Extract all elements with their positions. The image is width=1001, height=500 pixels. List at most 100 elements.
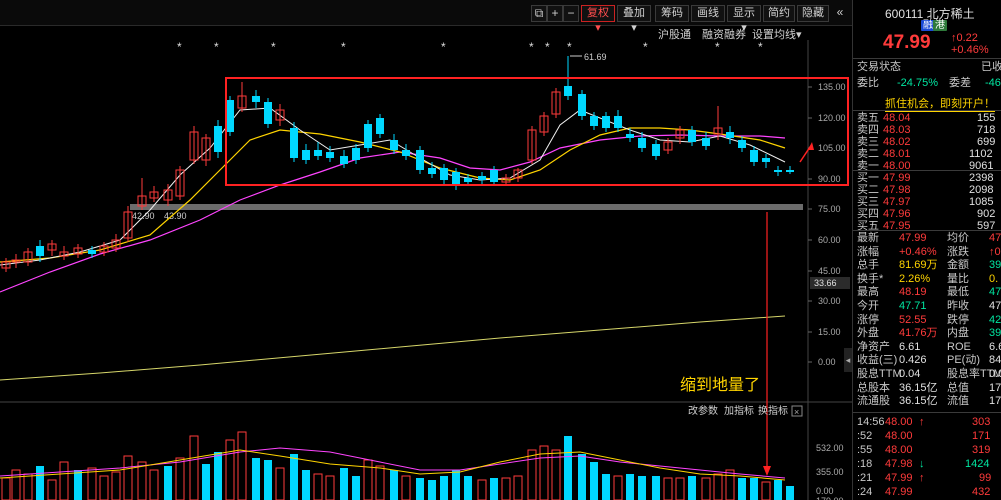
candle-body [252,96,260,102]
volume-bar [738,478,746,500]
volume-bar [23,473,33,500]
volume-bar [428,480,436,500]
volume-bar [225,439,235,500]
quote-stat-row: 今开47.71昨收47. [857,300,1001,312]
price-tick-label: 60.00 [818,235,841,245]
overlay-button[interactable]: 叠加▾ [617,5,651,34]
volume-bar [688,476,696,500]
quote-stat-row: 涨停52.55跌停42. [857,313,1001,326]
volume-bar [214,452,222,500]
chips-button[interactable]: 筹码 [655,5,689,22]
volume-bar [440,476,448,500]
volume-bar [352,476,360,500]
volume-bar [501,477,511,500]
tick-row: :24 47.99 432 [857,486,991,498]
volume-bar [401,475,411,500]
volume-tick-label: 532.00 [816,443,844,453]
volume-bar [725,469,735,500]
candle-body [564,86,572,96]
tick-row: :55 48.00 319 [857,444,991,456]
volume-bar [123,455,133,500]
volume-bar [713,473,723,500]
price-tick-label: 120.00 [818,113,846,123]
layers-icon[interactable]: ⧉ [531,5,547,22]
volume-bar [786,486,794,500]
candle-body [390,140,398,150]
volume-bar [264,460,272,500]
candle-body [590,116,598,126]
consolidation-box [225,77,849,186]
volume-bar [513,475,523,500]
ma5-line [0,107,786,266]
volume-tick-label: 0.00 [816,486,834,496]
volume-bar [59,461,69,500]
quote-stat-row: 总股本36.15亿总值1735 [857,381,1001,394]
kline-chart[interactable]: 135.00 120.00 105.00 90.00 75.00 60.00 45.00 30… [0,26,852,500]
candle-body [226,100,234,132]
volume-bar [464,476,472,500]
candle-body [428,168,436,174]
volume-bar [590,462,598,500]
volume-tick-label: 355.00 [816,467,844,477]
annotation-note: 缩到地量了 [680,375,760,394]
breakout-arrow-head [808,142,814,150]
volume-bar [47,479,57,500]
price-tick-label: 75.00 [818,204,841,214]
candle-body [750,150,758,162]
volume-bar [99,475,109,500]
close-indicator-glyph: × [794,407,799,417]
price-tick-label: 15.00 [818,327,841,337]
candle-body [36,246,44,256]
candle-body [88,250,96,254]
candle-body [626,134,634,138]
quote-stat-row: 外盘41.76万内盘39.93 [857,327,1001,340]
change-params-button: 改参数 [688,404,718,417]
display-button[interactable]: 显示▾ [727,5,761,34]
tick-row: :18 47.98 ↓ 1424 [857,458,990,470]
volume-bar [564,436,572,500]
minus-icon[interactable]: − [563,5,579,22]
volume-bar [626,474,634,500]
quote-stat-row: 股息TTM0.04股息率TTM0.07 [857,368,1001,380]
price-tick-label: 105.00 [818,143,846,153]
add-indicator-button: 加指标 [724,404,754,417]
chevron-left-icon[interactable]: « [830,5,850,22]
tick-row: 14:56 48.00 ↑ 303 [857,416,991,428]
price-change-pct: +0.46% [951,44,989,56]
candle-body [416,150,424,170]
volume-bar [363,459,373,500]
candle-body [264,102,272,124]
chart-toolbar: ⧉ + − 复权▾ 叠加▾ 筹码 画线 显示▾ 简约 隐藏 « [0,0,852,34]
draw-line-button[interactable]: 画线 [691,5,725,22]
price-tick-label: 30.00 [818,296,841,306]
candle-body [452,172,460,184]
collapse-panel-button[interactable]: ◂ [844,348,852,372]
volume-bar [313,473,323,500]
price-tick-label: 45.00 [818,266,841,276]
quote-panel: 600111 北方稀土 融 港 47.99 ↑0.22 +0.46% 交易状态 … [852,0,1001,500]
candle-body [688,130,696,142]
candle-body [440,168,448,180]
volume-tick-label: 179.00 [816,496,844,500]
simple-button[interactable]: 简约 [763,5,795,22]
candle-body [652,144,660,156]
price-tick-label: 135.00 [818,82,846,92]
ma20-line [0,134,786,293]
candle-body [774,170,782,172]
candle-body [786,170,794,172]
hide-button[interactable]: 隐藏 [797,5,829,22]
volume-bar [111,471,121,500]
volume-bar [164,466,172,500]
ma250-line [0,315,786,381]
candle-body [314,150,322,156]
plus-icon[interactable]: + [547,5,563,22]
quote-stat-row: 收益(三)0.426PE(动)84. [857,354,1001,367]
volume-axis: 532.00 355.00 0.00179.00 [816,443,844,500]
last-price: 47.99 [883,32,931,53]
volume-bar [325,475,335,500]
candle-body [464,178,472,182]
candle-body [614,116,622,128]
volume-bar [375,465,385,500]
candle-body [364,124,372,148]
fuquan-button[interactable]: 复权▾ [581,5,615,34]
